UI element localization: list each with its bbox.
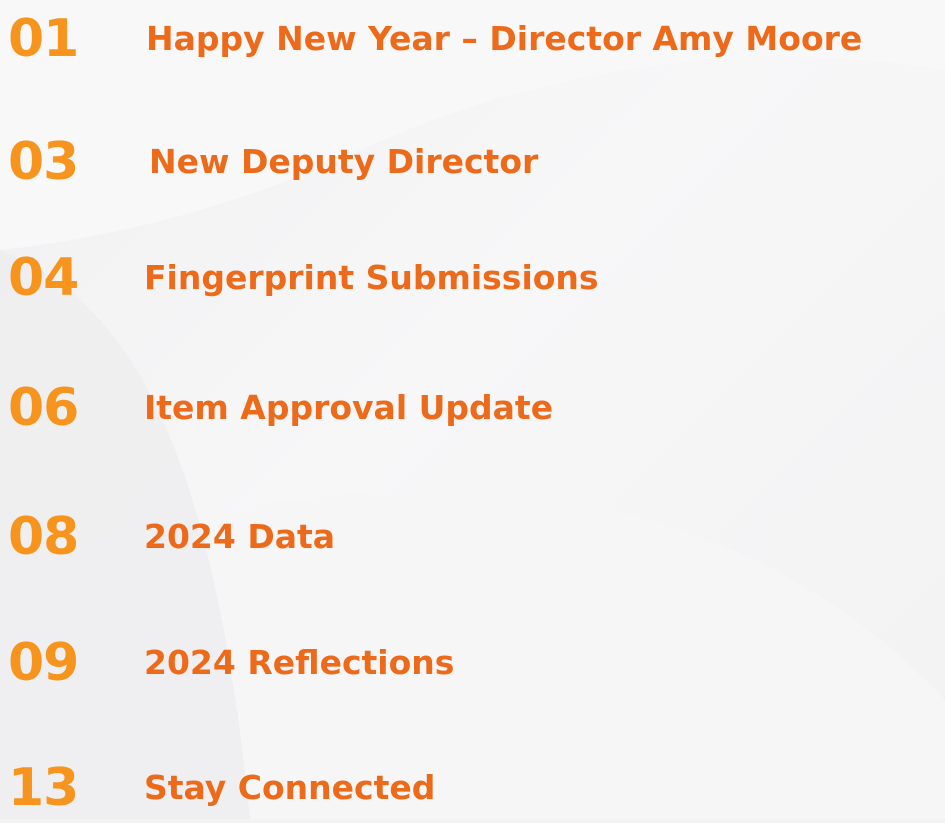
toc-entry-happy-new-year[interactable]: 01 Happy New Year – Director Amy Moore: [0, 4, 945, 74]
toc-entry-title: Happy New Year – Director Amy Moore: [146, 19, 863, 58]
page-number: 04: [8, 248, 79, 308]
toc-entry-title: New Deputy Director: [149, 142, 539, 181]
toc-entry-title: Item Approval Update: [144, 388, 554, 427]
toc-entry-title: Stay Connected: [144, 768, 436, 807]
page-number: 13: [8, 758, 79, 818]
page-number: 09: [8, 633, 79, 693]
page-number: 01: [8, 9, 79, 69]
toc-entry-title: Fingerprint Submissions: [144, 258, 599, 297]
toc-entry-2024-reflections[interactable]: 09 2024 Reflections: [0, 628, 945, 698]
page-number: 08: [8, 507, 79, 567]
toc-entry-item-approval-update[interactable]: 06 Item Approval Update: [0, 373, 945, 443]
page-number: 06: [8, 378, 79, 438]
page-number: 03: [8, 132, 79, 192]
toc-entry-stay-connected[interactable]: 13 Stay Connected: [0, 753, 945, 823]
toc-entry-title: 2024 Data: [144, 517, 336, 556]
toc-entry-new-deputy-director[interactable]: 03 New Deputy Director: [0, 127, 945, 197]
toc-entry-fingerprint-submissions[interactable]: 04 Fingerprint Submissions: [0, 243, 945, 313]
toc-entry-title: 2024 Reflections: [144, 643, 455, 682]
toc-entry-2024-data[interactable]: 08 2024 Data: [0, 502, 945, 572]
table-of-contents: 01 Happy New Year – Director Amy Moore 0…: [0, 0, 945, 819]
